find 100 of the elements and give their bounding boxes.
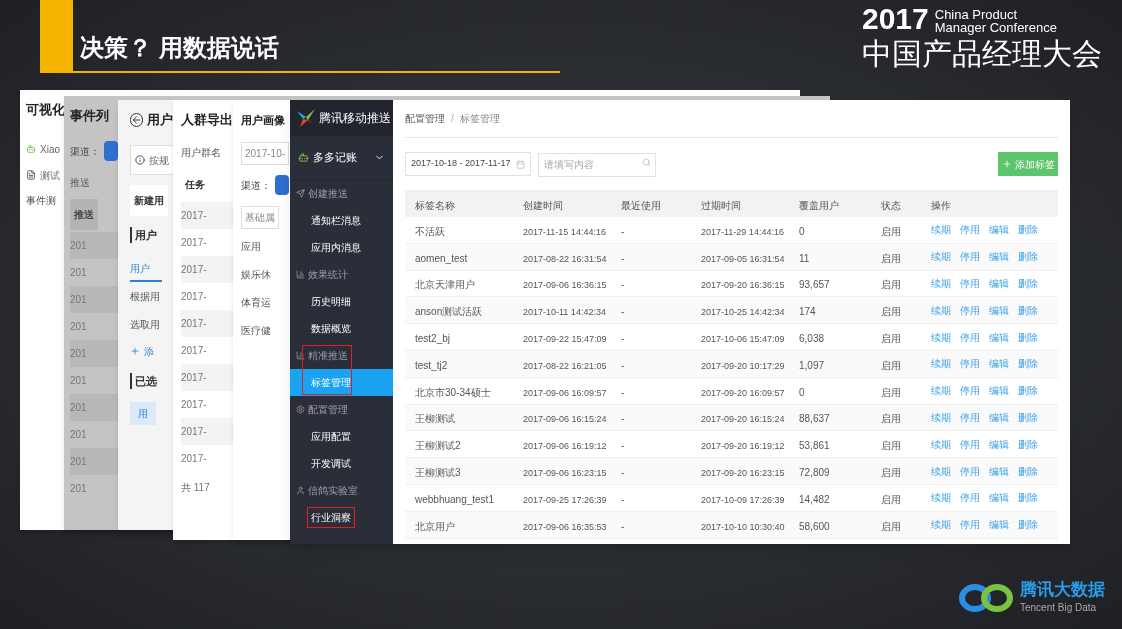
nav-item[interactable]: 开发调试 — [290, 450, 393, 477]
robot-icon — [298, 152, 309, 163]
search-icon — [642, 158, 651, 168]
action-link[interactable]: 删除 — [1018, 222, 1038, 238]
back-icon[interactable] — [130, 113, 143, 127]
action-link[interactable]: 删除 — [1018, 436, 1038, 452]
action-link[interactable]: 续期 — [931, 222, 951, 238]
action-link[interactable]: 停用 — [960, 356, 980, 372]
action-link[interactable]: 编辑 — [989, 249, 1009, 265]
action-link[interactable]: 续期 — [931, 329, 951, 345]
action-link[interactable]: 停用 — [960, 302, 980, 318]
nav-item[interactable]: 标签管理 — [290, 369, 393, 396]
action-link[interactable]: 编辑 — [989, 276, 1009, 291]
action-link[interactable]: 续期 — [931, 409, 951, 425]
action-link[interactable]: 删除 — [1018, 517, 1038, 533]
action-link[interactable]: 删除 — [1018, 356, 1038, 372]
nav-item[interactable]: 行业洞察 — [290, 504, 393, 531]
table-cell: 2017-09-20 10:17:29 — [701, 360, 785, 371]
action-link[interactable]: 编辑 — [989, 463, 1009, 479]
send-icon — [296, 189, 305, 198]
add-link[interactable]: 添 — [144, 343, 154, 359]
action-link[interactable]: 续期 — [931, 356, 951, 372]
action-link[interactable]: 删除 — [1018, 249, 1038, 265]
action-link[interactable]: 续期 — [931, 517, 951, 533]
accent-bar — [40, 0, 73, 72]
nav-group-label: 配置管理 — [308, 403, 348, 417]
breadcrumb-current: 标签管理 — [459, 112, 500, 126]
table-cell: - — [621, 359, 625, 371]
table-cell: 2017-10-09 17:26:39 — [701, 494, 785, 505]
nav-item[interactable]: 历史明细 — [290, 288, 393, 315]
table-cell: 2017-10-10 10:30:40 — [701, 521, 785, 532]
table-cell: 2017-10-06 15:47:09 — [701, 334, 785, 345]
add-tag-button[interactable]: 添加标签 — [998, 152, 1058, 176]
action-link[interactable]: 停用 — [960, 490, 980, 506]
table-cell: - — [621, 333, 625, 345]
action-link[interactable]: 删除 — [1018, 409, 1038, 425]
breadcrumb-separator: / — [451, 112, 454, 126]
input-field[interactable]: 2017-10- — [241, 141, 290, 165]
robot-icon — [26, 144, 36, 154]
action-link[interactable]: 续期 — [931, 490, 951, 506]
nav-item[interactable]: 数据概览 — [290, 315, 393, 342]
table-cell: - — [621, 493, 625, 505]
tab[interactable]: 用户 — [130, 261, 162, 282]
action-link[interactable]: 编辑 — [989, 409, 1009, 425]
app-selector[interactable]: 多多记账 — [313, 149, 370, 166]
action-link[interactable]: 停用 — [960, 222, 980, 238]
table-cell: 王柳测试3 — [415, 467, 461, 479]
action-link[interactable]: 编辑 — [989, 302, 1009, 318]
nav-item[interactable]: 通知栏消息 — [290, 207, 393, 234]
nav-item[interactable]: 应用配置 — [290, 423, 393, 450]
action-link[interactable]: 删除 — [1018, 490, 1038, 506]
list-item[interactable]: 测试 — [40, 167, 60, 183]
action-link[interactable]: 续期 — [931, 302, 951, 318]
action-link[interactable]: 编辑 — [989, 222, 1009, 238]
search-field[interactable]: 请填写内容 — [538, 152, 656, 177]
table-cell: 2017-09-06 16:15:24 — [523, 414, 607, 425]
action-link[interactable]: 停用 — [960, 383, 980, 399]
table-cell: 14,482 — [799, 493, 830, 505]
action-link[interactable]: 停用 — [960, 249, 980, 265]
table-cell: 2017-08-22 16:21:05 — [523, 360, 607, 371]
action-link[interactable]: 编辑 — [989, 383, 1009, 399]
table-cell: 1,097 — [799, 359, 825, 371]
action-link[interactable]: 停用 — [960, 517, 980, 533]
nav-item[interactable]: 应用内消息 — [290, 234, 393, 261]
window-title: 用户 — [147, 111, 173, 130]
table-cell: 93,657 — [799, 279, 830, 291]
input-field[interactable]: 基础属 — [241, 205, 279, 229]
channel-label: 渠道： — [241, 178, 271, 193]
action-link[interactable]: 停用 — [960, 463, 980, 479]
action-link[interactable]: 续期 — [931, 383, 951, 399]
channel-button[interactable] — [275, 175, 289, 195]
action-link[interactable]: 删除 — [1018, 329, 1038, 345]
action-link[interactable]: 停用 — [960, 436, 980, 452]
action-link[interactable]: 停用 — [960, 409, 980, 425]
gear-icon — [296, 405, 305, 414]
action-link[interactable]: 删除 — [1018, 383, 1038, 399]
column-header: 操作 — [931, 199, 951, 211]
action-link[interactable]: 编辑 — [989, 329, 1009, 345]
action-link[interactable]: 编辑 — [989, 436, 1009, 452]
action-link[interactable]: 删除 — [1018, 276, 1038, 291]
action-link[interactable]: 停用 — [960, 329, 980, 345]
action-link[interactable]: 停用 — [960, 276, 980, 291]
action-link[interactable]: 续期 — [931, 436, 951, 452]
action-link[interactable]: 续期 — [931, 249, 951, 265]
date-range-field[interactable]: 2017-10-18 - 2017-11-17 — [405, 152, 531, 176]
brand-name-english: Tencent Big Data — [1020, 601, 1098, 615]
action-link[interactable]: 续期 — [931, 463, 951, 479]
label: 体育运 — [241, 295, 271, 310]
action-link[interactable]: 编辑 — [989, 517, 1009, 533]
chip[interactable]: 用 — [130, 401, 156, 425]
breadcrumb-link[interactable]: 配置管理 — [405, 111, 445, 126]
table-cell: anson测试活跃 — [415, 306, 483, 318]
action-link[interactable]: 删除 — [1018, 463, 1038, 479]
table-cell: 2017-10-11 14:42:34 — [523, 307, 606, 318]
action-link[interactable]: 编辑 — [989, 356, 1009, 372]
logo-icon — [296, 108, 316, 128]
action-link[interactable]: 续期 — [931, 276, 951, 291]
action-link[interactable]: 编辑 — [989, 490, 1009, 506]
table-cell: 88,637 — [799, 413, 830, 425]
action-link[interactable]: 删除 — [1018, 302, 1038, 318]
